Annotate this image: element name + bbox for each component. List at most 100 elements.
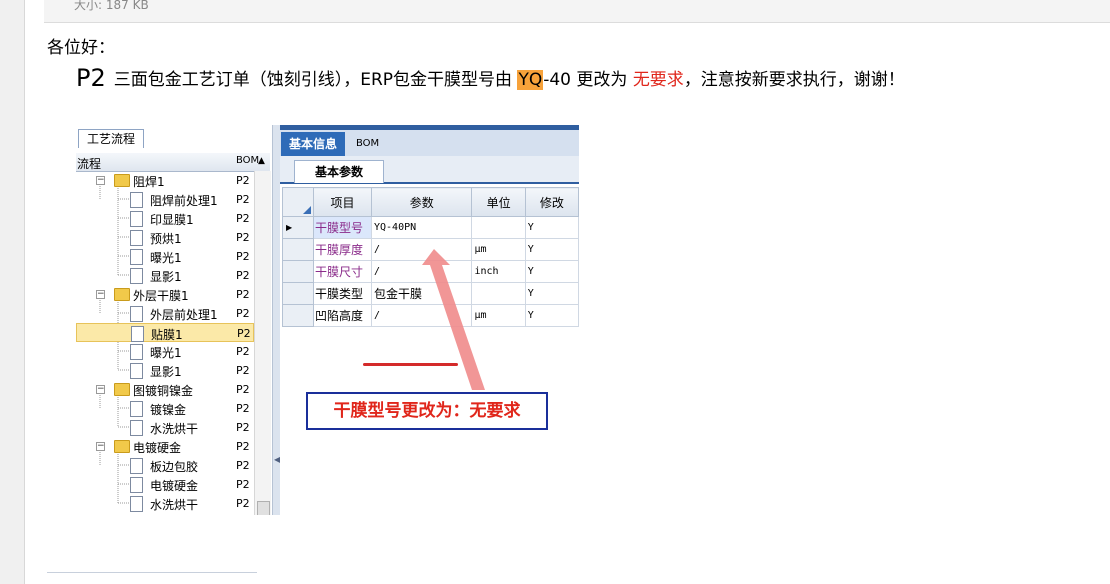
tab-basic-info[interactable]: 基本信息 bbox=[281, 132, 345, 156]
tree-item[interactable]: 阻焊前处理1 P2 bbox=[76, 190, 254, 209]
scrollbar-thumb[interactable] bbox=[257, 501, 270, 515]
col-modify[interactable]: 修改 bbox=[524, 187, 579, 217]
callout-box: 干膜型号更改为：无要求 bbox=[306, 392, 548, 430]
tree-item-label: 镀镍金 bbox=[150, 403, 187, 417]
document-icon bbox=[130, 458, 143, 474]
cell-unit[interactable]: μm bbox=[471, 304, 526, 327]
tree-scrollbar[interactable] bbox=[254, 171, 271, 515]
tree-item-label: 外层前处理1 bbox=[150, 308, 218, 322]
tree-item[interactable]: 水洗烘干 P2 bbox=[76, 494, 254, 513]
tree-folder-item[interactable]: − 电镀硬金 P2 bbox=[76, 437, 254, 456]
sort-up-icon[interactable]: ▲ bbox=[258, 156, 265, 166]
cell-param[interactable]: / bbox=[370, 238, 473, 261]
tree-item-code: P2 bbox=[236, 364, 250, 377]
col-item[interactable]: 项目 bbox=[313, 187, 372, 217]
tree-item[interactable]: 显影1 P2 bbox=[76, 361, 254, 380]
tree-item[interactable]: 显影1 P2 bbox=[76, 266, 254, 285]
detail-tabbar: 基本信息 BOM bbox=[280, 130, 579, 157]
collapse-icon[interactable]: − bbox=[96, 442, 105, 451]
tree-item-label: 电镀硬金 bbox=[133, 441, 182, 455]
tree-item-code: P2 bbox=[236, 174, 250, 187]
row-header[interactable] bbox=[282, 260, 314, 283]
table-row[interactable]: 凹陷高度 / μm Y bbox=[282, 304, 579, 327]
tree-item[interactable]: 电镀硬金 P2 bbox=[76, 475, 254, 494]
grid-corner[interactable] bbox=[282, 187, 314, 217]
tree-item-label: 板边包胶 bbox=[150, 460, 199, 474]
cell-item[interactable]: 凹陷高度 bbox=[313, 304, 372, 327]
row-pointer-icon: ▶ bbox=[286, 223, 293, 232]
cell-param[interactable]: 包金干膜 bbox=[370, 282, 473, 305]
grid-header-row: 项目 参数 单位 修改 bbox=[282, 187, 579, 217]
cell-unit[interactable] bbox=[471, 282, 526, 305]
col-unit[interactable]: 单位 bbox=[471, 187, 526, 217]
table-row[interactable]: 干膜厚度 / μm Y bbox=[282, 238, 579, 261]
document-icon bbox=[130, 249, 143, 265]
table-row[interactable]: ▶ 干膜型号 YQ-40PN Y bbox=[282, 216, 579, 239]
tree-item-label: 曝光1 bbox=[150, 251, 182, 265]
document-icon bbox=[130, 477, 143, 493]
tab-basic-params[interactable]: 基本参数 bbox=[294, 160, 384, 183]
tree-item-code: P2 bbox=[236, 231, 250, 244]
row-header[interactable] bbox=[282, 304, 314, 327]
folder-icon bbox=[114, 174, 130, 187]
table-row[interactable]: 干膜类型 包金干膜 Y bbox=[282, 282, 579, 305]
notice-red-text: 无要求 bbox=[632, 70, 684, 90]
cell-modify[interactable]: Y bbox=[524, 216, 579, 239]
tree-header-flow: 流程 bbox=[77, 157, 102, 171]
cell-param[interactable]: / bbox=[370, 304, 473, 327]
folder-icon bbox=[114, 288, 130, 301]
greeting-text: 各位好： bbox=[47, 38, 115, 58]
tree-item-code: P2 bbox=[236, 459, 250, 472]
table-row[interactable]: 干膜尺寸 / inch Y bbox=[282, 260, 579, 283]
tree-item[interactable]: 板边包胶 P2 bbox=[76, 456, 254, 475]
cell-item[interactable]: 干膜尺寸 bbox=[313, 260, 372, 283]
notice-part1: 三面包金工艺订单（蚀刻引线），ERP包金干膜型号由 bbox=[113, 70, 513, 90]
cell-item[interactable]: 干膜类型 bbox=[313, 282, 372, 305]
cell-modify[interactable]: Y bbox=[524, 304, 579, 327]
collapse-icon[interactable]: − bbox=[96, 385, 105, 394]
row-header[interactable]: ▶ bbox=[282, 216, 314, 239]
tree-folder-item[interactable]: − 图镀铜镍金 P2 bbox=[76, 380, 254, 399]
tab-process-flow[interactable]: 工艺流程 bbox=[78, 129, 144, 148]
tree-item[interactable]: 镀镍金 P2 bbox=[76, 399, 254, 418]
cell-item[interactable]: 干膜型号 bbox=[313, 216, 372, 239]
tab-bom[interactable]: BOM bbox=[356, 138, 379, 149]
tree-folder-item[interactable]: − 外层干膜1 P2 bbox=[76, 285, 254, 304]
document-icon bbox=[130, 344, 143, 360]
cell-modify[interactable]: Y bbox=[524, 260, 579, 283]
cell-item[interactable]: 干膜厚度 bbox=[313, 238, 372, 261]
cell-param[interactable]: YQ-40PN bbox=[370, 216, 473, 239]
tree-item[interactable]: 曝光1 P2 bbox=[76, 247, 254, 266]
cell-unit[interactable]: μm bbox=[471, 238, 526, 261]
tree-item[interactable]: 贴膜1 P2 bbox=[76, 323, 254, 342]
tree-item-code: P2 bbox=[236, 345, 250, 358]
collapse-icon[interactable]: − bbox=[96, 176, 105, 185]
cell-modify[interactable]: Y bbox=[524, 282, 579, 305]
cell-param[interactable]: / bbox=[370, 260, 473, 283]
collapse-icon[interactable]: − bbox=[96, 290, 105, 299]
tree-item[interactable]: 预烘1 P2 bbox=[76, 228, 254, 247]
tree-folder-item[interactable]: − 阻焊1 P2 bbox=[76, 171, 254, 190]
cell-unit[interactable] bbox=[471, 216, 526, 239]
process-tree-pane: 工艺流程 流程 BOM ▲ − 阻焊1 P2 阻焊前处理1 P2 印显膜1 P2 预烘1 P2 曝… bbox=[76, 125, 281, 515]
left-rail bbox=[0, 0, 25, 584]
tree-item[interactable]: 水洗烘干 P2 bbox=[76, 418, 254, 437]
cell-modify[interactable]: Y bbox=[524, 238, 579, 261]
tree-item[interactable]: 外层前处理1 P2 bbox=[76, 304, 254, 323]
document-icon bbox=[130, 420, 143, 436]
cell-unit[interactable]: inch bbox=[471, 260, 526, 283]
folder-icon bbox=[114, 383, 130, 396]
tree-item-label: 印显膜1 bbox=[150, 213, 194, 227]
notice-prefix: P2 bbox=[76, 64, 106, 92]
row-header[interactable] bbox=[282, 238, 314, 261]
row-header[interactable] bbox=[282, 282, 314, 305]
tree-item-code: P2 bbox=[236, 269, 250, 282]
tree-item-code: P2 bbox=[236, 288, 250, 301]
tree-header: 流程 BOM ▲ bbox=[76, 153, 270, 172]
tree-item-code: P2 bbox=[236, 440, 250, 453]
tree-item[interactable]: 曝光1 P2 bbox=[76, 342, 254, 361]
tree-item-code: P2 bbox=[236, 421, 250, 434]
tree-item[interactable]: 印显膜1 P2 bbox=[76, 209, 254, 228]
col-param[interactable]: 参数 bbox=[370, 187, 473, 217]
document-icon bbox=[130, 306, 143, 322]
